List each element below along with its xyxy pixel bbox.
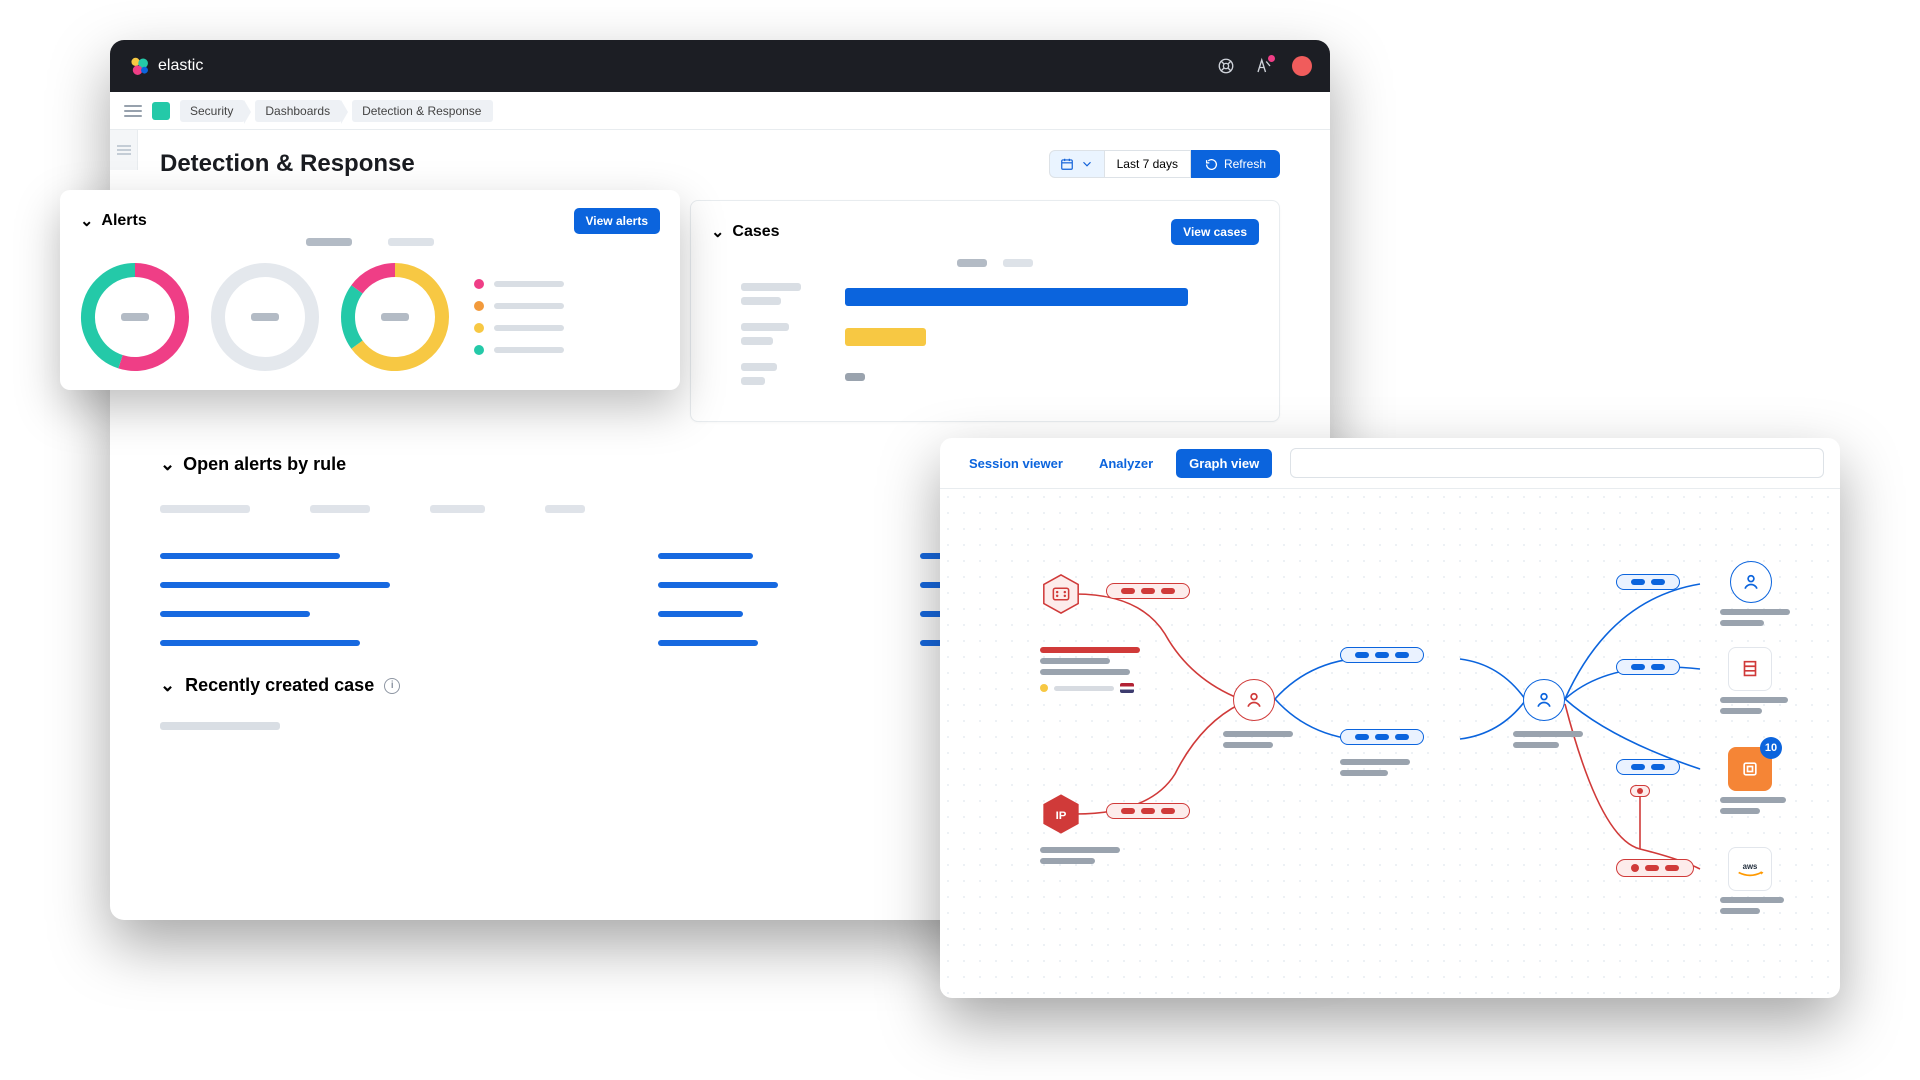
chevron-down-icon[interactable]: ⌄ xyxy=(711,222,724,242)
alerts-card: ⌄ Alerts View alerts xyxy=(60,190,680,390)
node-label xyxy=(1720,697,1800,714)
cases-title: Cases xyxy=(732,223,779,241)
date-range-label[interactable]: Last 7 days xyxy=(1105,150,1191,178)
edge-pill[interactable] xyxy=(1616,859,1694,877)
node-label xyxy=(1040,647,1150,693)
cases-bar-row xyxy=(741,323,1249,351)
nav-toggle-icon[interactable] xyxy=(124,102,142,120)
brand-name: elastic xyxy=(158,57,203,75)
node-source-hex[interactable] xyxy=(1040,573,1082,615)
edge-pill[interactable] xyxy=(1106,583,1190,599)
svg-text:IP: IP xyxy=(1056,810,1067,822)
tab-session-viewer[interactable]: Session viewer xyxy=(956,449,1076,478)
cases-bar-row xyxy=(741,363,1249,391)
donut-chart xyxy=(80,262,190,372)
graph-panel: Session viewer Analyzer Graph view xyxy=(940,438,1840,998)
space-selector[interactable] xyxy=(152,102,170,120)
node-storage-icon[interactable] xyxy=(1728,647,1772,691)
node-user[interactable] xyxy=(1523,679,1565,721)
help-icon[interactable] xyxy=(1216,56,1236,76)
node-label xyxy=(1720,897,1800,914)
legend-item xyxy=(474,279,564,289)
breadcrumb-dashboards[interactable]: Dashboards xyxy=(255,100,342,122)
view-cases-button[interactable]: View cases xyxy=(1171,219,1259,245)
cases-bar-row xyxy=(741,283,1249,311)
node-count-badge: 10 xyxy=(1760,737,1782,759)
node-user[interactable] xyxy=(1730,561,1772,603)
node-ip-hex[interactable]: IP xyxy=(1040,793,1082,835)
node-user[interactable] xyxy=(1233,679,1275,721)
edge-pill[interactable] xyxy=(1340,729,1424,745)
node-label xyxy=(1720,609,1800,626)
graph-canvas[interactable]: IP xyxy=(940,489,1840,998)
date-picker-button[interactable] xyxy=(1049,150,1105,178)
breadcrumb-current: Detection & Response xyxy=(352,100,493,122)
legend-item xyxy=(474,323,564,333)
breadcrumb-security[interactable]: Security xyxy=(180,100,245,122)
info-icon[interactable]: i xyxy=(384,678,400,694)
chevron-down-icon[interactable]: ⌄ xyxy=(160,454,175,475)
refresh-label: Refresh xyxy=(1224,157,1266,171)
refresh-button[interactable]: Refresh xyxy=(1191,150,1280,178)
edge-pill[interactable] xyxy=(1616,659,1680,675)
cases-card: ⌄ Cases View cases xyxy=(690,200,1280,422)
donut-chart xyxy=(210,262,320,372)
node-label xyxy=(1040,847,1130,864)
tab-analyzer[interactable]: Analyzer xyxy=(1086,449,1166,478)
app-header: elastic xyxy=(110,40,1330,92)
news-icon[interactable] xyxy=(1254,56,1274,76)
mini-sidebar-toggle[interactable] xyxy=(110,130,138,170)
node-label xyxy=(1340,759,1420,776)
user-avatar[interactable] xyxy=(1292,56,1312,76)
node-label xyxy=(1720,797,1800,814)
legend-item xyxy=(474,345,564,355)
svg-text:aws: aws xyxy=(1743,862,1758,871)
chevron-down-icon xyxy=(1080,157,1094,171)
app-toolbar: Security Dashboards Detection & Response xyxy=(110,92,1330,130)
node-label xyxy=(1513,731,1593,748)
legend-item xyxy=(474,301,564,311)
edge-pill[interactable] xyxy=(1616,574,1680,590)
brand-logo[interactable]: elastic xyxy=(128,55,203,77)
node-label xyxy=(1223,731,1303,748)
edge-pill[interactable] xyxy=(1616,759,1680,775)
edge-pill[interactable] xyxy=(1630,785,1650,797)
chevron-down-icon[interactable]: ⌄ xyxy=(80,211,93,231)
graph-search-input[interactable] xyxy=(1290,448,1824,478)
view-alerts-button[interactable]: View alerts xyxy=(574,208,660,234)
node-aws-icon[interactable]: aws xyxy=(1728,847,1772,891)
edge-pill[interactable] xyxy=(1106,803,1190,819)
page-title: Detection & Response xyxy=(160,150,415,178)
elastic-logo-icon xyxy=(128,55,150,77)
alerts-title: Alerts xyxy=(101,212,146,230)
tab-graph-view[interactable]: Graph view xyxy=(1176,449,1272,478)
chevron-down-icon[interactable]: ⌄ xyxy=(160,675,175,696)
edge-pill[interactable] xyxy=(1340,647,1424,663)
donut-chart xyxy=(340,262,450,372)
